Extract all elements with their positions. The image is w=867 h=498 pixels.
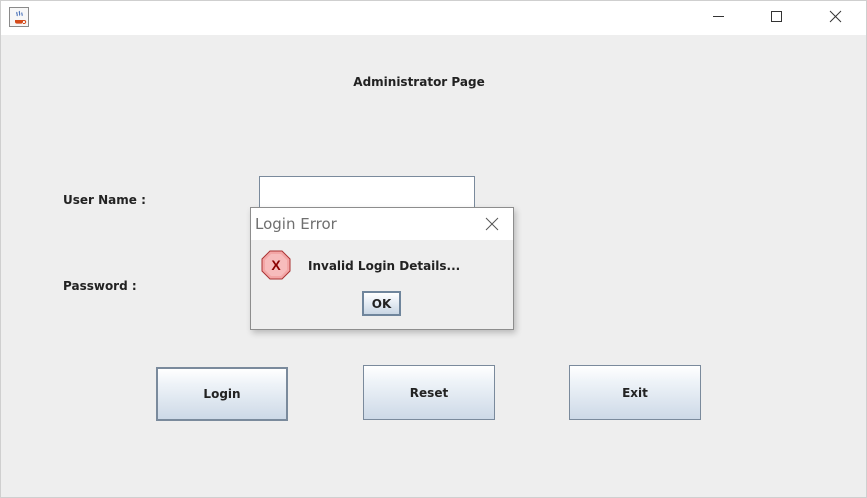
ok-button[interactable]: OK [362, 291, 401, 316]
dialog-message: Invalid Login Details... [308, 259, 461, 273]
password-label: Password : [63, 279, 137, 293]
exit-button[interactable]: Exit [569, 365, 701, 420]
minimize-icon [713, 16, 724, 17]
svg-text:X: X [271, 257, 281, 273]
dialog-close-button[interactable] [477, 212, 507, 236]
minimize-button[interactable] [690, 1, 748, 35]
username-label: User Name : [63, 193, 146, 207]
main-window: Administrator Page User Name : Password … [0, 0, 867, 498]
window-titlebar[interactable] [1, 1, 866, 35]
error-x-icon: X [261, 250, 291, 280]
username-input[interactable] [259, 176, 475, 210]
dialog-titlebar[interactable]: Login Error [251, 208, 513, 240]
login-button[interactable]: Login [156, 367, 288, 421]
close-icon [829, 10, 842, 23]
maximize-button[interactable] [748, 1, 806, 35]
dialog-title: Login Error [255, 215, 337, 233]
close-window-button[interactable] [806, 1, 864, 35]
maximize-icon [771, 11, 782, 22]
login-error-dialog: Login Error X Invalid Login Details... O… [250, 207, 514, 330]
page-title: Administrator Page [353, 75, 485, 89]
reset-button[interactable]: Reset [363, 365, 495, 420]
close-icon [485, 217, 499, 231]
java-coffee-cup-icon[interactable] [9, 7, 29, 27]
